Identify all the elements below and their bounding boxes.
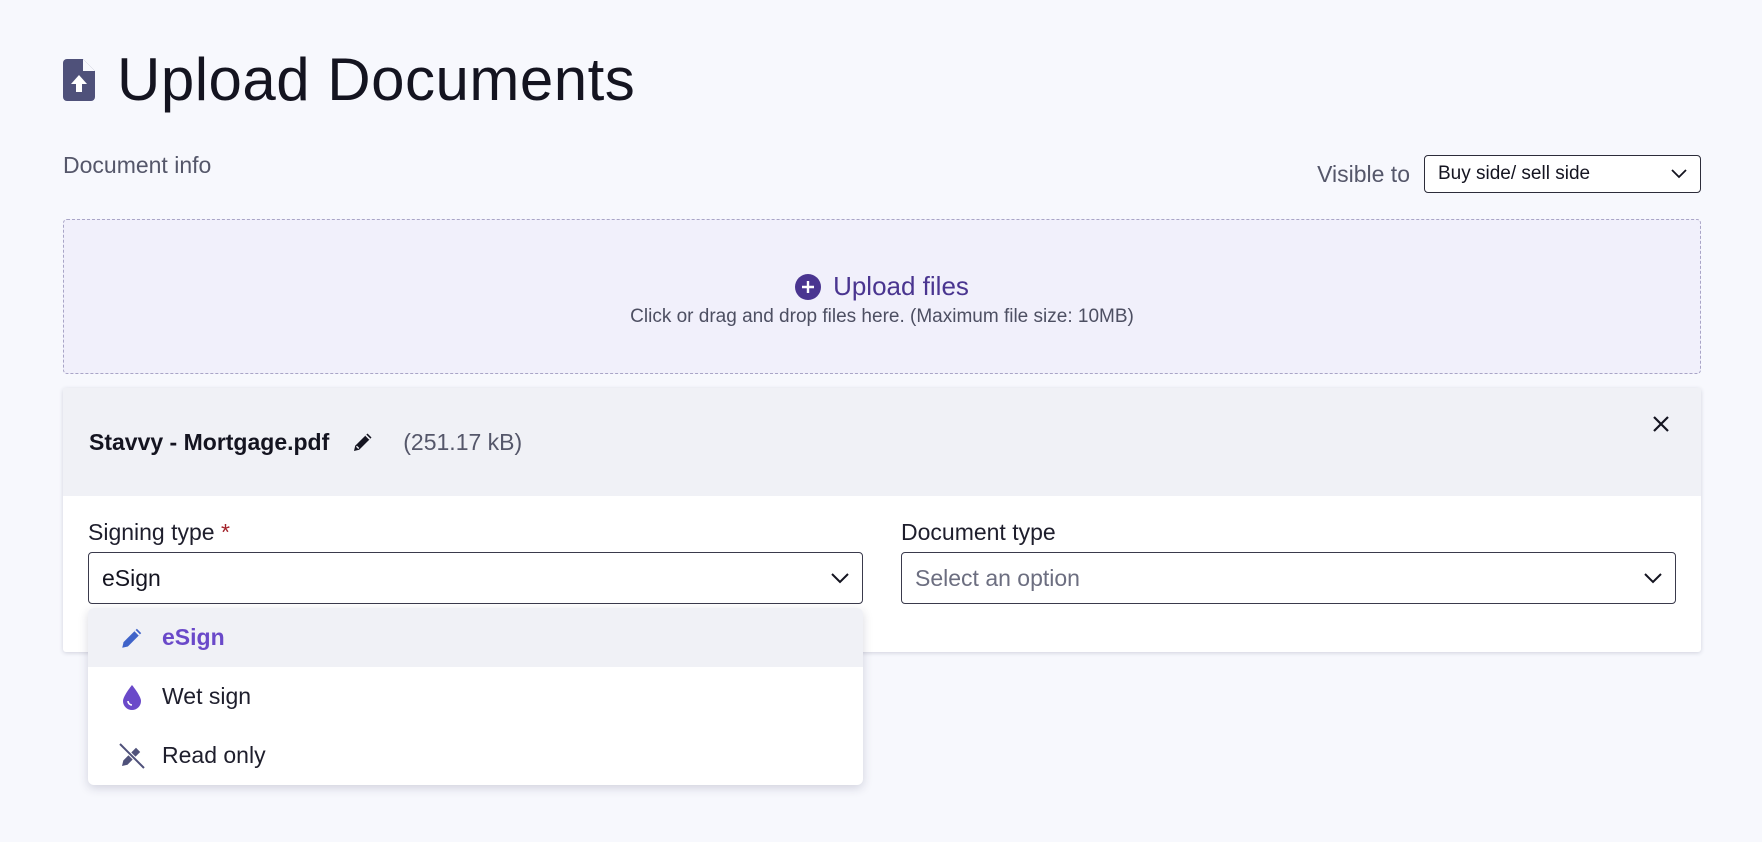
- option-label: Read only: [162, 742, 266, 768]
- document-type-select[interactable]: Select an option: [901, 552, 1676, 604]
- chevron-down-icon: [1644, 572, 1662, 583]
- upload-files-button[interactable]: Upload files: [795, 271, 969, 302]
- visible-to-value: Buy side/ sell side: [1438, 163, 1591, 184]
- option-esign[interactable]: eSign: [88, 608, 863, 667]
- required-marker: *: [220, 519, 230, 545]
- document-type-label: Document type: [901, 519, 1056, 545]
- option-read-only[interactable]: Read only: [88, 726, 863, 785]
- option-wet-sign[interactable]: Wet sign: [88, 667, 863, 726]
- pen-slash-icon: [118, 742, 146, 770]
- page-header: Upload Documents: [63, 44, 635, 116]
- visible-to-control: Visible to Buy side/ sell side: [1317, 155, 1701, 193]
- visible-to-label: Visible to: [1317, 160, 1410, 187]
- signing-type-select[interactable]: eSign: [88, 552, 863, 604]
- plus-circle-icon: [795, 273, 822, 300]
- file-dropzone[interactable]: Upload files Click or drag and drop file…: [63, 219, 1701, 374]
- signing-type-dropdown: eSign Wet sign Read only: [88, 608, 863, 785]
- file-card-header: Stavvy - Mortgage.pdf (251.17 kB): [63, 388, 1701, 496]
- document-type-placeholder: Select an option: [915, 564, 1080, 591]
- file-upload-icon: [63, 58, 97, 102]
- upload-hint: Click or drag and drop files here. (Maxi…: [630, 306, 1134, 327]
- signing-type-label: Signing type *: [88, 518, 863, 546]
- upload-documents-page: Upload Documents Document info Visible t…: [0, 0, 1762, 842]
- signing-type-label-text: Signing type: [88, 519, 215, 545]
- option-label: Wet sign: [162, 683, 252, 709]
- edit-filename-icon[interactable]: [351, 430, 375, 454]
- signing-type-field: Signing type * eSign: [88, 518, 863, 604]
- document-type-field: Document type Select an option: [901, 518, 1676, 604]
- document-info-label: Document info: [63, 152, 212, 178]
- pen-icon: [118, 624, 146, 652]
- option-label: eSign: [162, 624, 225, 650]
- chevron-down-icon: [831, 572, 849, 583]
- signing-type-value: eSign: [102, 564, 161, 591]
- chevron-down-icon: [1671, 169, 1687, 179]
- close-icon[interactable]: [1649, 412, 1673, 436]
- page-title: Upload Documents: [117, 46, 636, 113]
- file-size: (251.17 kB): [403, 428, 523, 455]
- file-name: Stavvy - Mortgage.pdf: [89, 428, 330, 455]
- upload-files-label: Upload files: [833, 271, 969, 301]
- visible-to-select[interactable]: Buy side/ sell side: [1424, 155, 1701, 193]
- droplet-icon: [118, 683, 146, 711]
